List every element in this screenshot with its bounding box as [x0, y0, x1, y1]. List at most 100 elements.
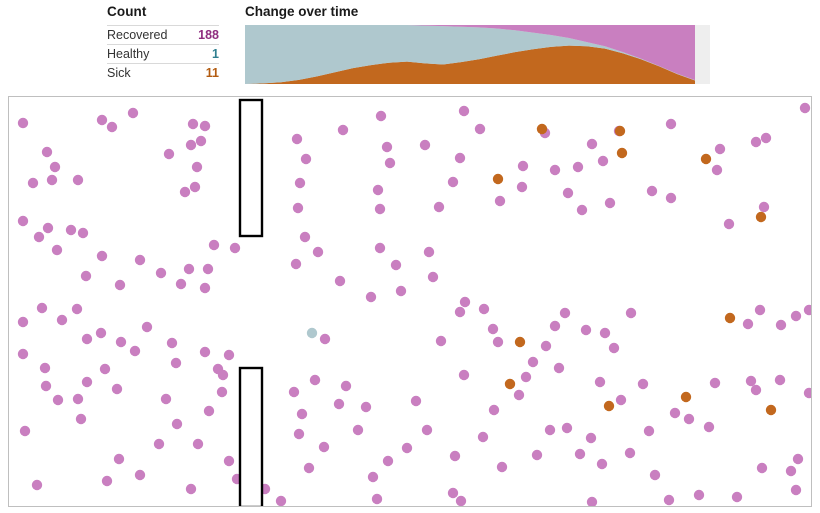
agent-dot-recovered[interactable]: [160, 393, 172, 405]
agent-dot-sick[interactable]: [536, 123, 548, 135]
agent-dot-recovered[interactable]: [360, 401, 372, 413]
agent-dot-recovered[interactable]: [134, 254, 146, 266]
agent-dot-recovered[interactable]: [421, 424, 433, 436]
agent-dot-recovered[interactable]: [745, 375, 757, 387]
agent-dot-recovered[interactable]: [459, 296, 471, 308]
agent-dot-recovered[interactable]: [594, 376, 606, 388]
agent-dot-recovered[interactable]: [312, 246, 324, 258]
agent-dot-recovered[interactable]: [141, 321, 153, 333]
agent-dot-recovered[interactable]: [427, 271, 439, 283]
agent-dot-recovered[interactable]: [52, 394, 64, 406]
agent-dot-recovered[interactable]: [758, 201, 770, 213]
agent-dot-recovered[interactable]: [596, 458, 608, 470]
agent-dot-recovered[interactable]: [760, 132, 772, 144]
agent-dot-recovered[interactable]: [300, 153, 312, 165]
agent-dot-recovered[interactable]: [494, 195, 506, 207]
agent-dot-recovered[interactable]: [337, 124, 349, 136]
agent-dot-recovered[interactable]: [199, 120, 211, 132]
agent-dot-recovered[interactable]: [574, 448, 586, 460]
agent-dot-recovered[interactable]: [792, 453, 804, 465]
agent-dot-recovered[interactable]: [374, 203, 386, 215]
agent-dot-recovered[interactable]: [477, 431, 489, 443]
agent-dot-recovered[interactable]: [81, 376, 93, 388]
agent-dot-recovered[interactable]: [170, 357, 182, 369]
agent-dot-recovered[interactable]: [127, 107, 139, 119]
agent-dot-recovered[interactable]: [608, 342, 620, 354]
agent-dot-recovered[interactable]: [774, 374, 786, 386]
agent-dot-recovered[interactable]: [381, 141, 393, 153]
agent-dot-recovered[interactable]: [544, 424, 556, 436]
agent-dot-recovered[interactable]: [19, 425, 31, 437]
agent-dot-recovered[interactable]: [77, 227, 89, 239]
agent-dot-recovered[interactable]: [31, 479, 43, 491]
agent-dot-recovered[interactable]: [624, 447, 636, 459]
agent-dot-recovered[interactable]: [115, 336, 127, 348]
agent-dot-recovered[interactable]: [709, 377, 721, 389]
agent-dot-recovered[interactable]: [586, 496, 598, 506]
agent-dot-recovered[interactable]: [175, 278, 187, 290]
agent-dot-recovered[interactable]: [559, 307, 571, 319]
agent-dot-recovered[interactable]: [419, 139, 431, 151]
agent-dot-recovered[interactable]: [223, 349, 235, 361]
agent-dot-recovered[interactable]: [683, 413, 695, 425]
agent-dot-recovered[interactable]: [187, 118, 199, 130]
agent-dot-recovered[interactable]: [153, 438, 165, 450]
agent-dot-recovered[interactable]: [319, 333, 331, 345]
agent-dot-recovered[interactable]: [799, 102, 811, 114]
agent-dot-recovered[interactable]: [17, 215, 29, 227]
agent-dot-recovered[interactable]: [447, 176, 459, 188]
agent-dot-recovered[interactable]: [56, 314, 68, 326]
agent-dot-sick[interactable]: [755, 211, 767, 223]
agent-dot-recovered[interactable]: [549, 320, 561, 332]
agent-dot-recovered[interactable]: [649, 469, 661, 481]
agent-dot-recovered[interactable]: [517, 160, 529, 172]
agent-dot-recovered[interactable]: [39, 362, 51, 374]
agent-dot-recovered[interactable]: [27, 177, 39, 189]
agent-dot-recovered[interactable]: [803, 304, 811, 316]
agent-dot-recovered[interactable]: [449, 450, 461, 462]
agent-dot-recovered[interactable]: [51, 244, 63, 256]
agent-dot-recovered[interactable]: [711, 164, 723, 176]
agent-dot-recovered[interactable]: [423, 246, 435, 258]
agent-dot-recovered[interactable]: [447, 487, 459, 499]
agent-dot-recovered[interactable]: [527, 356, 539, 368]
agent-dot-recovered[interactable]: [458, 369, 470, 381]
agent-dot-recovered[interactable]: [192, 438, 204, 450]
agent-dot-recovered[interactable]: [72, 393, 84, 405]
agent-dot-recovered[interactable]: [492, 336, 504, 348]
agent-dot-recovered[interactable]: [553, 362, 565, 374]
agent-dot-recovered[interactable]: [561, 422, 573, 434]
agent-dot-recovered[interactable]: [208, 239, 220, 251]
agent-dot-recovered[interactable]: [703, 421, 715, 433]
agent-dot-recovered[interactable]: [216, 386, 228, 398]
agent-dot-recovered[interactable]: [585, 432, 597, 444]
agent-dot-recovered[interactable]: [155, 267, 167, 279]
agent-dot-recovered[interactable]: [572, 161, 584, 173]
agent-dot-sick[interactable]: [614, 125, 626, 137]
agent-dot-recovered[interactable]: [36, 302, 48, 314]
agent-dot-recovered[interactable]: [513, 389, 525, 401]
agent-dot-recovered[interactable]: [293, 428, 305, 440]
agent-dot-sick[interactable]: [680, 391, 692, 403]
agent-dot-recovered[interactable]: [340, 380, 352, 392]
agent-dot-sick[interactable]: [603, 400, 615, 412]
agent-dot-recovered[interactable]: [455, 495, 467, 506]
agent-dot-recovered[interactable]: [33, 231, 45, 243]
agent-dot-recovered[interactable]: [99, 363, 111, 375]
agent-dot-recovered[interactable]: [663, 494, 675, 506]
agent-dot-recovered[interactable]: [17, 117, 29, 129]
agent-dot-sick[interactable]: [492, 173, 504, 185]
agent-dot-recovered[interactable]: [171, 418, 183, 430]
agent-dot-recovered[interactable]: [95, 327, 107, 339]
agent-dot-recovered[interactable]: [643, 425, 655, 437]
agent-dot-recovered[interactable]: [41, 146, 53, 158]
agent-dot-recovered[interactable]: [665, 192, 677, 204]
agent-dot-recovered[interactable]: [199, 346, 211, 358]
agent-dot-recovered[interactable]: [17, 348, 29, 360]
agent-dot-recovered[interactable]: [203, 405, 215, 417]
agent-dot-recovered[interactable]: [299, 231, 311, 243]
agent-dot-recovered[interactable]: [365, 291, 377, 303]
agent-dot-recovered[interactable]: [382, 455, 394, 467]
agent-dot-recovered[interactable]: [785, 465, 797, 477]
lower-wall[interactable]: [238, 366, 264, 506]
